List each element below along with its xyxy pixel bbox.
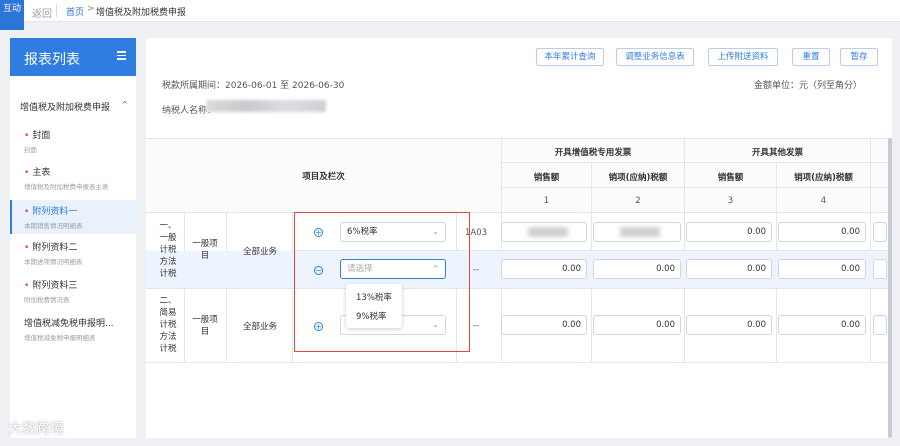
column-number: 2 [635,196,641,206]
chevron-up-icon[interactable]: ^ [121,100,128,109]
sidebar-header: 报表列表 [10,38,136,76]
sales-amount-input[interactable] [501,222,587,242]
sidebar-item-label: 附列资料二 [32,243,78,253]
column-number: 4 [820,196,827,206]
watermark: 大数跨境 [8,421,64,437]
sidebar-item-cover[interactable]: • 封面 封面 [10,128,136,154]
annual-cumulative-button[interactable]: 本年累计查询 [536,48,604,66]
column-number: 3 [727,196,734,206]
required-dot: • [24,281,30,291]
breadcrumb-arrow: > [87,4,95,14]
row-label-simplified-method: 二、简易计税方法计税 [159,296,177,354]
output-tax-input[interactable]: 0.00 [593,259,681,279]
upload-attachments-button[interactable]: 上传附送资料 [708,48,778,66]
top-bar: 互动 返回 首页 > 增值税及附加税费申报 [0,0,900,30]
save-draft-button[interactable]: 暂存 [840,48,878,66]
partial-input[interactable] [873,315,887,335]
sidebar-item-label: 增值税减免税申报明... [24,319,114,329]
output-tax-input[interactable]: 0.00 [593,315,681,335]
row-label-general-method: 一、一般计税方法计税 [159,221,177,279]
sales-amount-input[interactable]: 0.00 [686,222,772,242]
partial-input[interactable] [873,222,887,242]
row-label-general-item: 一般项目 [192,239,218,261]
header-vat-special-invoice: 开具增值税专用发票 [554,148,632,158]
header-output-tax-2: 销项(应纳)税额 [794,173,853,183]
sidebar-item-label: 附列资料三 [32,281,78,291]
required-dot: • [24,243,30,253]
main-panel: 本年累计查询 调整业务信息表 上传附送资料 重置 暂存 税款所属期间：2026-… [146,38,892,438]
row-label-general-item: 一般项目 [192,315,218,337]
header-sales-amount-2: 销售额 [717,173,744,183]
sidebar-item-sub: 本期进项情况明细表 [24,258,83,266]
header-output-tax-1: 销项(应纳)税额 [608,173,668,183]
sidebar-item-label: 附列资料一 [32,207,78,217]
required-dot: • [24,207,30,217]
vertical-scrollbar[interactable] [888,138,892,438]
sidebar-item-label: 封面 [32,131,51,141]
divider [56,4,57,17]
output-tax-input[interactable] [593,222,681,242]
highlight-annotation-box [294,212,470,352]
taxpayer-name-redacted [206,100,326,112]
toolbar: 本年累计查询 调整业务信息表 上传附送资料 重置 暂存 [146,48,892,66]
sidebar-item-sub: 增值税及附加税费申报表主表 [24,183,109,191]
sidebar-item-sub: 附加税费情况表 [24,296,70,304]
sidebar-title: 报表列表 [24,52,80,68]
sidebar-group-vat[interactable]: 增值税及附加税费申报 ^ [20,100,136,113]
sidebar-item-label: 主表 [32,168,51,178]
partial-input[interactable] [873,259,887,279]
sales-amount-input[interactable]: 0.00 [501,315,587,335]
interact-badge[interactable]: 互动 [0,0,24,30]
header-other-invoice: 开具其他发票 [751,148,803,158]
sales-amount-input[interactable]: 0.00 [686,259,772,279]
sales-amount-input[interactable]: 0.00 [686,315,772,335]
breadcrumb-current: 增值税及附加税费申报 [96,8,187,18]
sidebar-item-exemption[interactable]: 增值税减免税申报明... 增值税减免税申报明细表 [10,316,136,342]
header-sales-amount-1: 销售额 [533,173,560,183]
required-dot: • [24,168,30,178]
sidebar-item-sub: 封面 [24,146,37,154]
breadcrumb-home[interactable]: 首页 [66,5,84,18]
sidebar: 报表列表 增值税及附加税费申报 ^ • 封面 封面 • 主表 增值税及附加税费申报表… [10,38,136,438]
sidebar-item-main[interactable]: • 主表 增值税及附加税费申报表主表 [10,165,136,191]
reset-button[interactable]: 重置 [792,48,830,66]
back-link[interactable]: 返回 [32,5,52,20]
sidebar-group-label: 增值税及附加税费申报 [20,103,111,113]
output-tax-input[interactable]: 0.00 [778,259,866,279]
sidebar-item-sub: 本期销售情况明细表 [24,222,83,230]
row-label-all-business: 全部业务 [242,247,277,257]
adjust-business-info-button[interactable]: 调整业务信息表 [616,48,694,66]
output-tax-input[interactable]: 0.00 [778,315,866,335]
required-dot: • [24,131,30,141]
sales-detail-table: 项目及栏次 开具增值税专用发票 开具其他发票 销售额 销项(应纳)税额 销售额 … [146,138,892,398]
menu-icon[interactable] [117,51,126,60]
output-tax-input[interactable]: 0.00 [778,222,866,242]
column-number: 1 [543,196,550,206]
sidebar-item-appendix3[interactable]: • 附列资料三 附加税费情况表 [10,278,136,304]
tax-period: 税款所属期间：2026-06-01 至 2026-06-30 [162,81,345,91]
sidebar-item-sub: 增值税减免税申报明细表 [24,334,96,342]
amount-unit: 金额单位：元（列至角分） [753,81,862,91]
row-label-all-business: 全部业务 [242,322,277,332]
sidebar-item-appendix1[interactable]: • 附列资料一 本期销售情况明细表 [10,200,136,234]
header-item-columns: 项目及栏次 [302,172,345,182]
sales-amount-input[interactable]: 0.00 [501,259,587,279]
sidebar-item-appendix2[interactable]: • 附列资料二 本期进项情况明细表 [10,240,136,266]
